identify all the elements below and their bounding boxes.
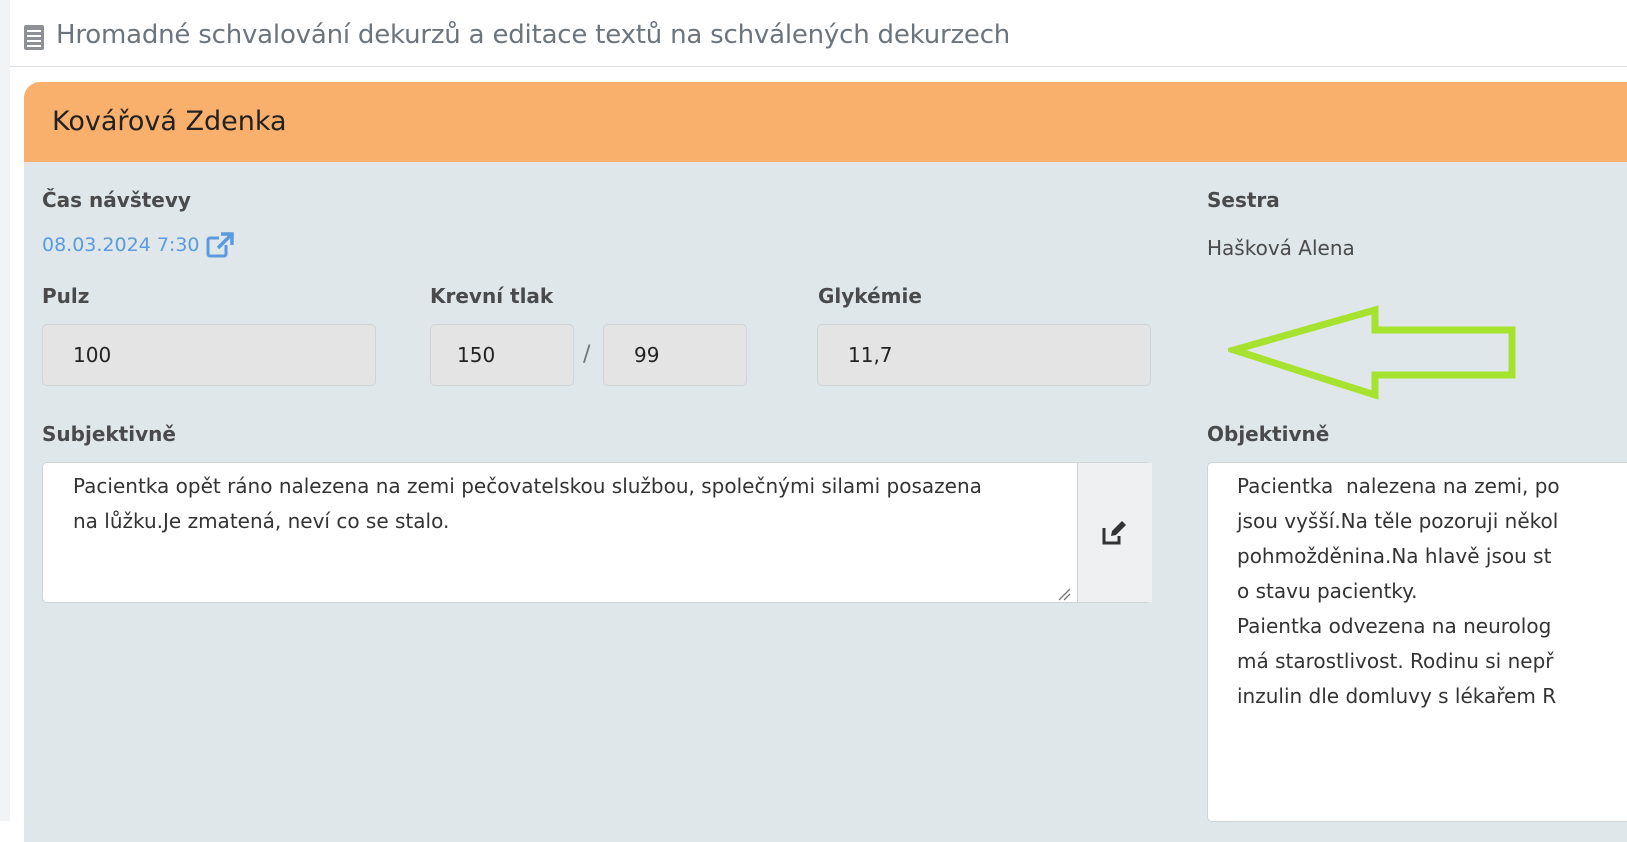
objective-line: inzulin dle domluvy s lékařem R — [1237, 684, 1557, 708]
systolic-field[interactable]: 150 — [430, 324, 574, 386]
glycemia-label: Glykémie — [818, 284, 922, 308]
patient-card: Kovářová Zdenka Čas návštevy 08.03.2024 … — [24, 82, 1627, 842]
document-list-icon — [24, 25, 44, 50]
left-gutter — [0, 0, 10, 821]
bp-separator: / — [583, 342, 591, 367]
objective-line: má starostlivost. Rodinu si nepř — [1237, 649, 1554, 673]
subjective-line: na lůžku.Je zmatená, neví co se stalo. — [73, 509, 450, 533]
glycemia-field[interactable]: 11,7 — [817, 324, 1151, 386]
objective-line: Paientka odvezena na neurolog — [1237, 614, 1552, 638]
objective-line: jsou vyšší.Na těle pozoruji někol — [1237, 509, 1559, 533]
objective-line: Pacientka nalezena na zemi, po — [1237, 474, 1560, 498]
objective-line: o stavu pacientky. — [1237, 579, 1418, 603]
patient-card-header: Kovářová Zdenka — [24, 82, 1627, 162]
patient-name: Kovářová Zdenka — [52, 106, 287, 137]
visit-time-link[interactable]: 08.03.2024 7:30 — [42, 232, 234, 258]
objective-label: Objektivně — [1207, 422, 1330, 446]
objective-line: pohmožděnina.Na hlavě jsou st — [1237, 544, 1552, 568]
visit-time-value: 08.03.2024 7:30 — [42, 234, 200, 256]
pulse-field[interactable]: 100 — [42, 324, 376, 386]
edit-icon — [1102, 520, 1126, 544]
subjective-textarea[interactable]: Pacientka opět ráno nalezena na zemi peč… — [42, 462, 1152, 603]
page-header: Hromadné schvalování dekurzů a editace t… — [10, 0, 1627, 67]
subjective-edit-button[interactable] — [1077, 463, 1152, 602]
subjective-line: Pacientka opět ráno nalezena na zemi peč… — [73, 474, 982, 498]
blood-pressure-label: Krevní tlak — [430, 284, 554, 308]
pulse-label: Pulz — [42, 284, 90, 308]
resize-grip-icon[interactable] — [1057, 587, 1071, 601]
nurse-label: Sestra — [1207, 188, 1280, 212]
diastolic-field[interactable]: 99 — [603, 324, 747, 386]
page-title: Hromadné schvalování dekurzů a editace t… — [56, 20, 1011, 50]
external-link-icon — [206, 232, 234, 258]
objective-textarea[interactable]: Pacientka nalezena na zemi, po jsou vyšš… — [1207, 462, 1627, 822]
arrow-annotation-icon — [1228, 305, 1516, 400]
nurse-value: Hašková Alena — [1207, 236, 1355, 260]
visit-time-label: Čas návštevy — [42, 188, 191, 212]
subjective-label: Subjektivně — [42, 422, 176, 446]
